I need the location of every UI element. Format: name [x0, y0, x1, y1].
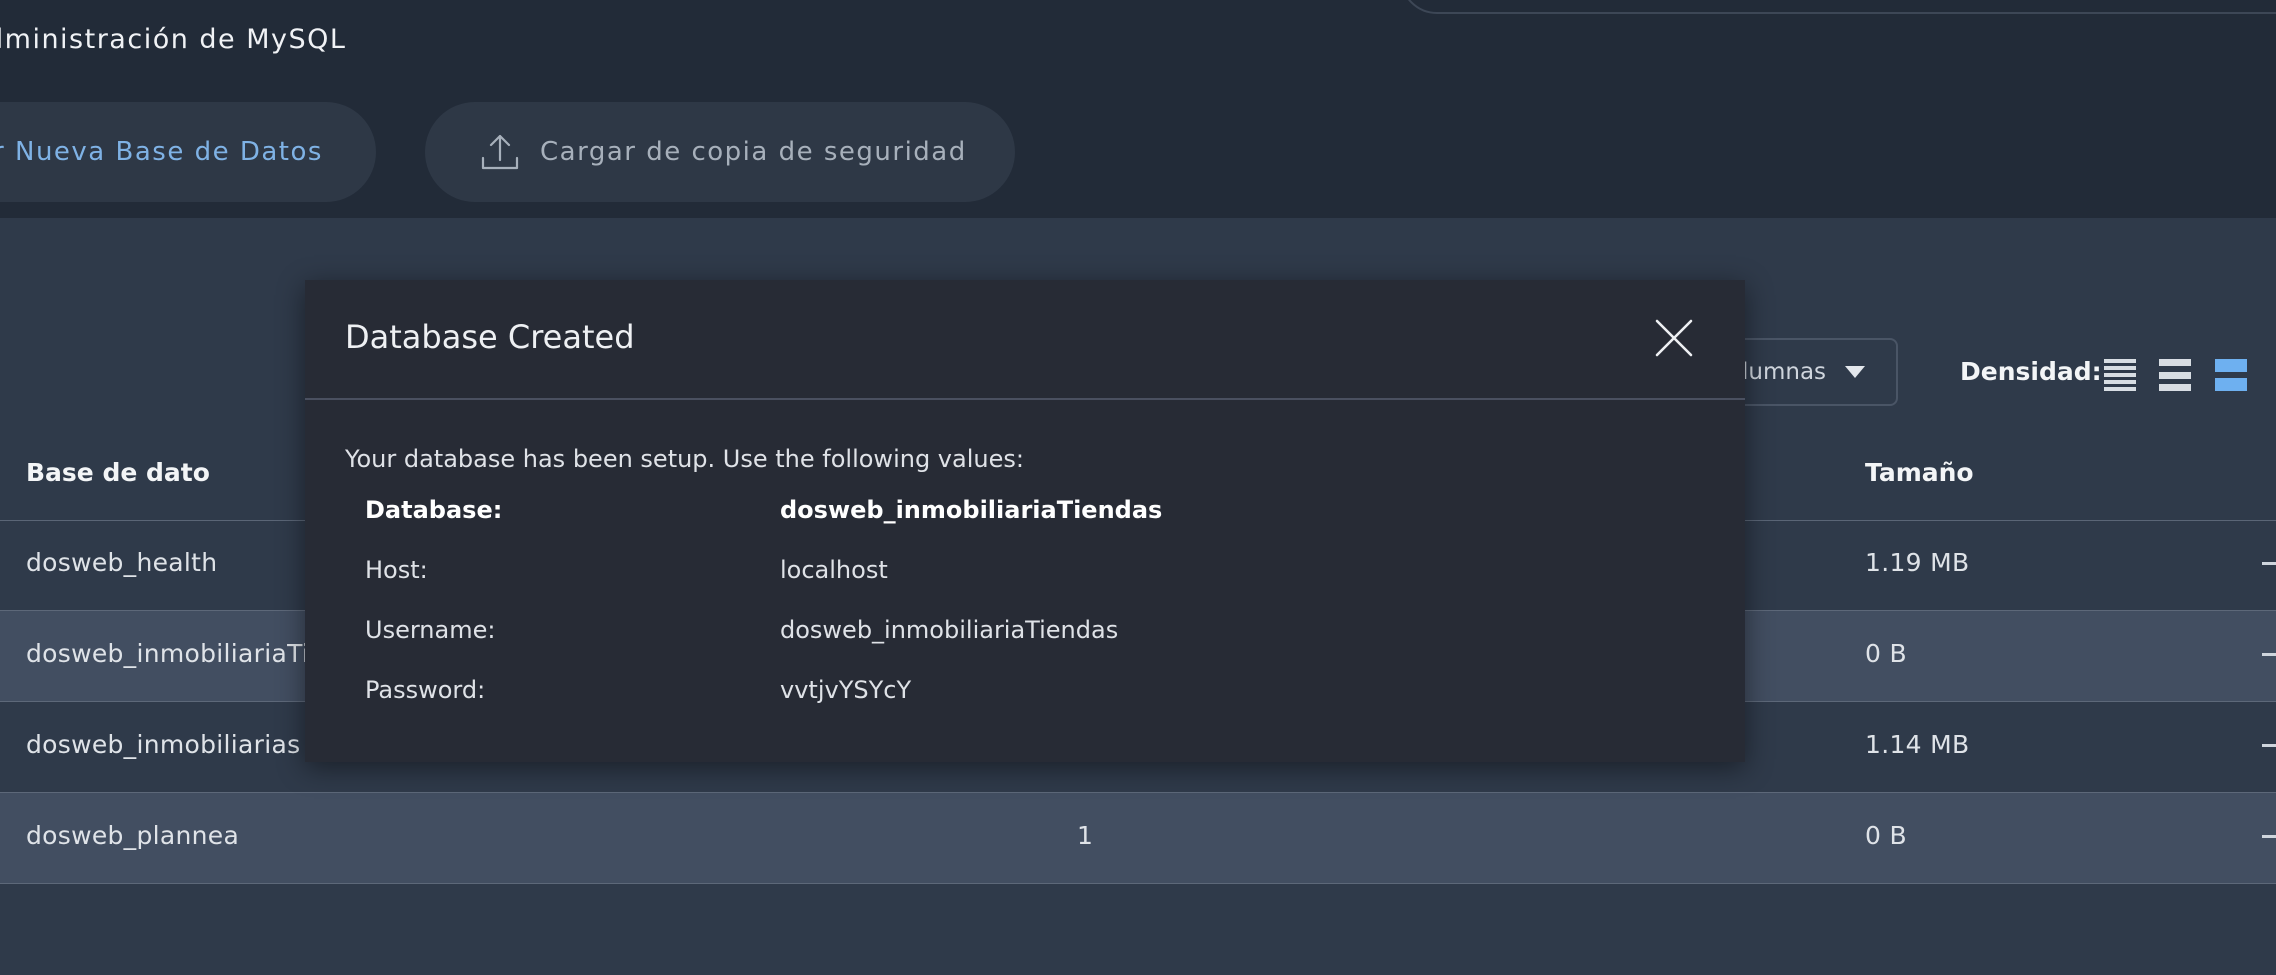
field-label-password: Password:	[365, 676, 486, 704]
new-database-label: r Nueva Base de Datos	[0, 137, 323, 167]
upload-backup-button[interactable]: Cargar de copia de seguridad	[425, 102, 1015, 202]
field-value-password: vvtjvYSYcY	[780, 676, 912, 704]
row-menu-icon[interactable]	[2262, 653, 2276, 656]
upload-icon	[480, 132, 520, 172]
database-created-dialog: Database Created Your database has been …	[305, 280, 1745, 762]
dialog-title: Database Created	[345, 318, 635, 356]
row-menu-icon[interactable]	[2262, 562, 2276, 565]
table-count: 1	[1077, 821, 1094, 850]
table-row[interactable]: dosweb_plannea 1 0 B	[0, 793, 2276, 884]
database-name: dosweb_inmobiliarias	[26, 730, 301, 759]
row-menu-icon[interactable]	[2262, 835, 2276, 838]
field-label-database: Database:	[365, 496, 503, 524]
field-value-username: dosweb_inmobiliariaTiendas	[780, 616, 1119, 644]
search-field[interactable]	[1400, 0, 2276, 14]
field-value-host: localhost	[780, 556, 888, 584]
database-size: 1.14 MB	[1865, 730, 1970, 759]
column-header-database[interactable]: Base de dato	[26, 458, 210, 487]
database-size: 0 B	[1865, 821, 1907, 850]
database-size: 0 B	[1865, 639, 1907, 668]
field-value-database: dosweb_inmobiliariaTiendas	[780, 496, 1163, 524]
density-standard-icon[interactable]	[2159, 359, 2191, 391]
dialog-header: Database Created	[305, 280, 1745, 400]
database-name: dosweb_plannea	[26, 821, 240, 850]
database-name: dosweb_inmobiliariaTie	[26, 639, 325, 668]
top-bar: dministración de MySQL r Nueva Base de D…	[0, 0, 2276, 218]
density-label: Densidad:	[1960, 357, 2102, 386]
density-compact-icon[interactable]	[2104, 359, 2136, 391]
columns-label: lumnas	[1742, 359, 1827, 385]
upload-backup-label: Cargar de copia de seguridad	[540, 137, 967, 167]
row-menu-icon[interactable]	[2262, 744, 2276, 747]
database-name: dosweb_health	[26, 548, 218, 577]
column-header-size[interactable]: Tamaño	[1865, 458, 1974, 487]
field-label-host: Host:	[365, 556, 428, 584]
field-label-username: Username:	[365, 616, 496, 644]
table-row[interactable]	[0, 884, 2276, 975]
database-size: 1.19 MB	[1865, 548, 1970, 577]
dialog-intro: Your database has been setup. Use the fo…	[345, 445, 1024, 473]
close-icon[interactable]	[1654, 318, 1694, 358]
chevron-down-icon	[1844, 365, 1866, 379]
page-title: dministración de MySQL	[0, 24, 347, 55]
density-comfortable-icon[interactable]	[2215, 359, 2247, 391]
new-database-button[interactable]: r Nueva Base de Datos	[0, 102, 376, 202]
